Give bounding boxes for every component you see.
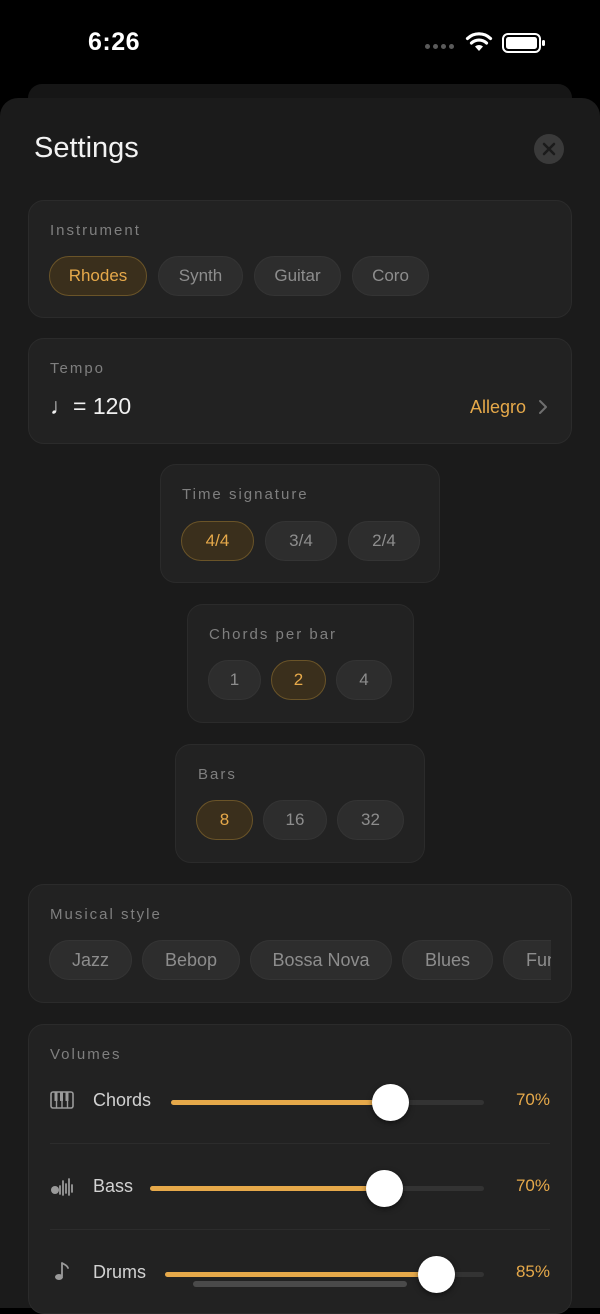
- time-signature-option-3-4[interactable]: 3/4: [265, 521, 337, 561]
- volume-row-chords: Chords 70%: [50, 1082, 550, 1122]
- close-icon: [542, 142, 556, 156]
- tempo-value: ♩= 120: [50, 393, 132, 419]
- tempo-style[interactable]: Allegro: [470, 397, 526, 418]
- close-button[interactable]: [534, 134, 564, 164]
- volume-slider-drums[interactable]: [165, 1256, 484, 1293]
- musical-style-option-blues[interactable]: Blues: [402, 940, 494, 980]
- time-signature-option-2-4[interactable]: 2/4: [348, 521, 420, 561]
- volume-name-drums: Drums: [93, 1262, 146, 1282]
- tempo-label: Tempo: [50, 360, 106, 377]
- volume-name-bass: Bass: [93, 1176, 134, 1196]
- chords-per-bar-option-2[interactable]: 2: [271, 660, 326, 700]
- waveform-icon: [51, 1178, 73, 1196]
- instrument-option-synth[interactable]: Synth: [158, 256, 243, 296]
- status-bar: 6:26: [0, 0, 600, 90]
- page-title: Settings: [34, 132, 139, 164]
- musical-style-option-bebop[interactable]: Bebop: [142, 940, 240, 980]
- cellular-signal-icon: [425, 44, 454, 49]
- volume-fill-drums: [165, 1272, 437, 1277]
- instrument-option-rhodes[interactable]: Rhodes: [49, 256, 147, 296]
- instrument-option-guitar[interactable]: Guitar: [254, 256, 341, 296]
- music-note-icon: [55, 1262, 69, 1280]
- bars-option-32[interactable]: 32: [337, 800, 404, 840]
- volume-fill-bass: [150, 1186, 384, 1191]
- chords-per-bar-options: 1 2 4: [208, 660, 392, 700]
- chords-per-bar-label: Chords per bar: [209, 626, 338, 643]
- musical-style-option-jazz[interactable]: Jazz: [49, 940, 132, 980]
- instrument-options: Rhodes Synth Guitar Coro: [49, 256, 429, 296]
- musical-style-option-funk[interactable]: Funk: [503, 940, 551, 980]
- volumes-label: Volumes: [50, 1046, 122, 1063]
- volume-slider-chords[interactable]: [171, 1084, 484, 1121]
- musical-style-scroller[interactable]: Jazz Bebop Bossa Nova Blues Funk: [49, 940, 551, 982]
- volume-row-bass: Bass 70%: [50, 1168, 550, 1208]
- time-signature-options: 4/4 3/4 2/4: [181, 521, 420, 561]
- bars-option-16[interactable]: 16: [263, 800, 327, 840]
- volume-slider-thumb-drums[interactable]: [418, 1256, 456, 1293]
- wifi-icon: [465, 32, 493, 51]
- musical-style-label: Musical style: [50, 906, 162, 923]
- volume-name-chords: Chords: [93, 1090, 152, 1110]
- piano-icon: [50, 1091, 74, 1109]
- status-time: 6:26: [88, 28, 141, 56]
- volume-slider-bass[interactable]: [150, 1170, 484, 1207]
- volume-percent-drums: 85%: [515, 1262, 550, 1281]
- bars-options: 8 16 32: [196, 800, 404, 840]
- tempo-card[interactable]: [28, 338, 572, 444]
- home-indicator[interactable]: [193, 1281, 407, 1287]
- time-signature-option-4-4[interactable]: 4/4: [181, 521, 254, 561]
- musical-style-option-bossa-nova[interactable]: Bossa Nova: [250, 940, 392, 980]
- volume-percent-chords: 70%: [515, 1090, 550, 1109]
- volume-row-drums: Drums 85%: [50, 1254, 550, 1294]
- volume-slider-thumb-chords[interactable]: [372, 1084, 410, 1121]
- volume-divider: [50, 1143, 550, 1144]
- bars-option-8[interactable]: 8: [196, 800, 253, 840]
- volume-percent-bass: 70%: [515, 1176, 550, 1195]
- volume-fill-chords: [171, 1100, 391, 1105]
- volume-divider: [50, 1229, 550, 1230]
- battery-icon: [502, 33, 545, 53]
- chords-per-bar-option-4[interactable]: 4: [336, 660, 392, 700]
- musical-style-options: Jazz Bebop Bossa Nova Blues Funk: [49, 940, 551, 980]
- instrument-label: Instrument: [50, 222, 141, 239]
- chevron-right-icon[interactable]: [538, 398, 548, 416]
- volume-slider-thumb-bass[interactable]: [365, 1170, 403, 1207]
- instrument-option-coro[interactable]: Coro: [352, 256, 429, 296]
- time-signature-label: Time signature: [182, 486, 309, 503]
- bars-label: Bars: [198, 766, 237, 783]
- chords-per-bar-option-1[interactable]: 1: [208, 660, 261, 700]
